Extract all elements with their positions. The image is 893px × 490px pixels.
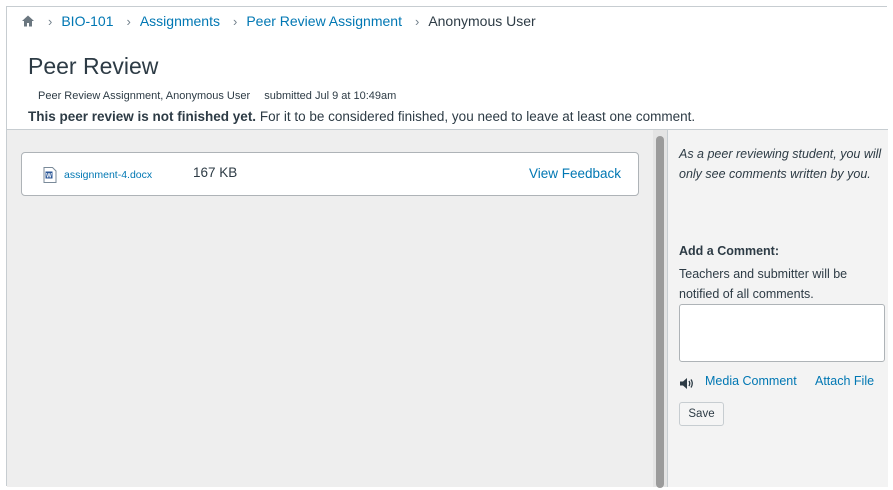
comment-sidebar: As a peer reviewing student, you will on… <box>667 129 888 487</box>
peer-review-note: As a peer reviewing student, you will on… <box>679 147 882 181</box>
chevron-right-icon: › <box>48 13 53 29</box>
attachment-link[interactable]: assignment-4.docx <box>64 169 152 181</box>
breadcrumb: › BIO-101 › Assignments › Peer Review As… <box>21 13 536 29</box>
breadcrumb-course[interactable]: BIO-101 <box>61 13 113 29</box>
submission-pane: W assignment-4.docx 167 KB View Feedback <box>7 129 653 487</box>
pane-scrollbar[interactable] <box>653 129 667 488</box>
peer-review-notice: This peer review is not finished yet. Fo… <box>28 109 695 124</box>
comment-textarea[interactable] <box>679 304 885 362</box>
app-window: › BIO-101 › Assignments › Peer Review As… <box>6 6 888 488</box>
page-title: Peer Review <box>28 53 159 79</box>
meta-submitted: submitted Jul 9 at 10:49am <box>264 90 397 102</box>
breadcrumb-assignment[interactable]: Peer Review Assignment <box>246 13 402 29</box>
breadcrumb-assignments[interactable]: Assignments <box>140 13 220 29</box>
breadcrumb-current: Anonymous User <box>428 13 536 29</box>
word-document-icon: W <box>43 167 57 183</box>
submission-meta: Peer Review Assignment, Anonymous User s… <box>38 90 396 102</box>
attachment-card: W assignment-4.docx 167 KB View Feedback <box>21 152 639 196</box>
view-feedback-link[interactable]: View Feedback <box>529 166 621 181</box>
chevron-right-icon: › <box>126 13 131 29</box>
comment-attachments-row: Media Comment Attach File <box>679 374 889 392</box>
notice-text: For it to be considered finished, you ne… <box>256 109 696 124</box>
attachment-size: 167 KB <box>193 165 238 180</box>
save-button[interactable]: Save <box>679 402 724 426</box>
chevron-right-icon: › <box>414 13 420 29</box>
attach-file-link[interactable]: Attach File <box>815 374 874 388</box>
meta-assignment: Peer Review Assignment, Anonymous User <box>38 90 251 102</box>
chevron-right-icon: › <box>232 13 238 29</box>
scrollbar-thumb[interactable] <box>656 136 664 488</box>
svg-text:W: W <box>46 173 52 179</box>
home-icon[interactable] <box>21 14 35 28</box>
add-comment-help: Teachers and submitter will be notified … <box>679 267 848 301</box>
media-comment-link[interactable]: Media Comment <box>705 374 797 388</box>
speaker-icon <box>679 377 694 390</box>
add-comment-heading: Add a Comment: <box>679 244 779 258</box>
notice-bold: This peer review is not finished yet. <box>28 109 257 124</box>
